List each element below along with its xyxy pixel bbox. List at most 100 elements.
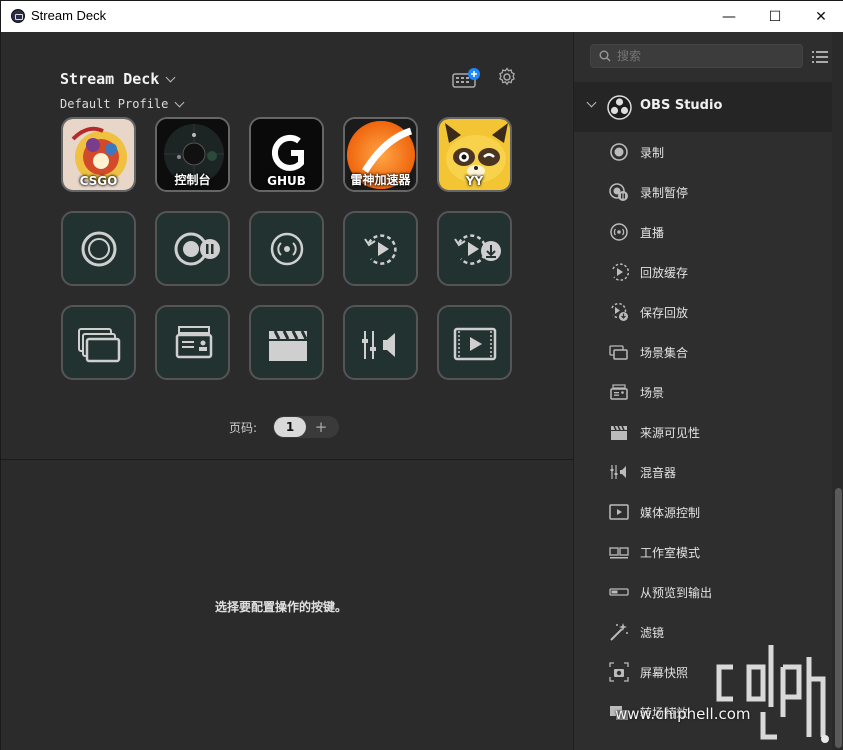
page-pill: 1 + (273, 416, 340, 438)
scene-icon (175, 326, 213, 359)
key-mixer[interactable] (343, 305, 418, 380)
category-obs-studio[interactable]: OBS Studio (574, 82, 832, 132)
stream-icon (610, 223, 628, 241)
key-record-pause[interactable] (155, 211, 230, 286)
mixer-icon (362, 331, 395, 359)
action-replay-buffer[interactable]: 回放缓存 (574, 252, 832, 292)
key-csgo[interactable]: CSGO (61, 117, 136, 192)
action-screenshot[interactable]: 屏幕快照 (574, 652, 832, 692)
action-save-replay[interactable]: 保存回放 (574, 292, 832, 332)
mixer-icon (610, 465, 626, 479)
action-label: 回放缓存 (640, 266, 689, 280)
record-pause-icon (609, 183, 628, 201)
action-media-source[interactable]: 媒体源控制 (574, 492, 832, 532)
action-label: 转场特效 (640, 706, 689, 720)
stream-deck-window: Stream Deck — ☐ ✕ Stream Deck Default Pr… (0, 0, 843, 750)
maximize-button[interactable]: ☐ (752, 1, 798, 32)
page-1-button[interactable]: 1 (274, 417, 307, 437)
settings-button[interactable] (497, 67, 517, 87)
select-key-hint: 选择要配置操作的按键。 (215, 600, 348, 614)
media-source-icon (609, 504, 629, 520)
key-ghub[interactable]: GHUB (249, 117, 324, 192)
key-record[interactable] (61, 211, 136, 286)
key-label: 控制台 (174, 173, 211, 187)
action-preview-to-output[interactable]: 从预览到输出 (574, 572, 832, 612)
key-console[interactable]: 控制台 (155, 117, 230, 192)
action-label: 工作室模式 (640, 546, 701, 560)
key-grid: CSGO 控制台 GHUB 雷神加速器 YY (61, 117, 521, 382)
device-selector[interactable]: Stream Deck (60, 70, 176, 88)
actions-panel: OBS Studio 录制 录制暂停 直播 回放缓存 保存回放 (573, 32, 843, 750)
key-source-visibility[interactable] (249, 305, 324, 380)
actions-scrollbar[interactable] (832, 32, 843, 750)
action-record-pause[interactable]: 录制暂停 (574, 172, 832, 212)
key-media-source[interactable] (437, 305, 512, 380)
chevron-down-icon (174, 97, 185, 107)
action-filter[interactable]: 滤镜 (574, 612, 832, 652)
key-replay-buffer[interactable] (343, 211, 418, 286)
list-view-button[interactable] (812, 49, 828, 63)
page-label: 页码: (229, 420, 258, 435)
key-label: CSGO (79, 174, 118, 188)
search-box[interactable] (590, 44, 803, 68)
action-scene[interactable]: 场景 (574, 372, 832, 412)
key-scene-collection[interactable] (61, 305, 136, 380)
clapper-icon (611, 425, 627, 440)
search-icon (599, 50, 611, 62)
record-icon (81, 231, 117, 267)
profile-name: Default Profile (60, 97, 169, 111)
key-stream[interactable] (249, 211, 324, 286)
minimize-button[interactable]: — (706, 1, 752, 32)
category-name: OBS Studio (640, 98, 723, 113)
device-name: Stream Deck (60, 70, 160, 88)
action-scene-collection[interactable]: 场景集合 (574, 332, 832, 372)
close-button[interactable]: ✕ (798, 1, 843, 32)
profile-selector[interactable]: Default Profile (60, 97, 185, 111)
action-list: 录制 录制暂停 直播 回放缓存 保存回放 场景集合 场景 来源可见性 混音器 媒… (574, 132, 832, 732)
media-source-icon (453, 327, 497, 361)
clapper-icon (269, 330, 308, 361)
action-label: 直播 (640, 226, 665, 240)
action-label: 媒体源控制 (640, 506, 701, 520)
key-accelerator[interactable]: 雷神加速器 (343, 117, 418, 192)
chevron-down-icon (165, 72, 176, 82)
action-label: 屏幕快照 (640, 666, 689, 680)
action-label: 混音器 (640, 466, 677, 480)
action-label: 场景集合 (640, 346, 689, 360)
page-selector: 页码: 1 + (229, 416, 340, 438)
key-yy[interactable]: YY (437, 117, 512, 192)
chevron-down-icon (586, 97, 597, 108)
list-icon (812, 51, 828, 63)
save-replay-icon (611, 302, 628, 321)
scene-collection-icon (609, 345, 628, 360)
action-label: 保存回放 (640, 306, 689, 320)
scroll-thumb[interactable] (835, 488, 842, 748)
key-scene[interactable] (155, 305, 230, 380)
action-mixer[interactable]: 混音器 (574, 452, 832, 492)
action-stream[interactable]: 直播 (574, 212, 832, 252)
key-label: YY (465, 174, 484, 188)
preview-to-output-icon (609, 588, 629, 596)
gear-icon (499, 67, 515, 86)
action-source-visibility[interactable]: 来源可见性 (574, 412, 832, 452)
obs-logo-icon (607, 95, 632, 120)
add-page-button[interactable]: + (306, 418, 336, 436)
action-transition[interactable]: 转场特效 (574, 692, 832, 732)
action-label: 滤镜 (640, 626, 665, 640)
screenshot-icon (609, 662, 629, 682)
action-label: 录制 (640, 146, 665, 160)
device-area: Stream Deck Default Profile CSGO 控制台 GHU… (1, 32, 573, 460)
action-label: 来源可见性 (640, 426, 701, 440)
key-save-replay[interactable] (437, 211, 512, 286)
key-label: GHUB (267, 174, 306, 188)
search-input[interactable] (617, 47, 797, 65)
add-device-button[interactable] (451, 68, 480, 88)
stream-icon (270, 232, 304, 266)
action-record[interactable]: 录制 (574, 132, 832, 172)
replay-buffer-icon (364, 234, 397, 265)
record-pause-icon (174, 232, 220, 266)
title-bar: Stream Deck — ☐ ✕ (1, 1, 843, 32)
action-studio-mode[interactable]: 工作室模式 (574, 532, 832, 572)
filter-wand-icon (610, 623, 628, 641)
window-title: Stream Deck (31, 8, 107, 23)
